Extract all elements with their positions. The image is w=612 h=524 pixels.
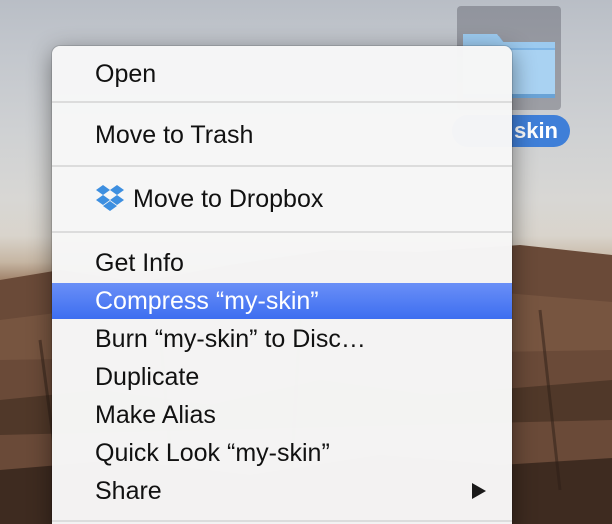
menu-separator: [52, 520, 512, 522]
desktop-background: skin Open Move to Trash Move to Dropbox …: [0, 0, 612, 524]
dropbox-icon: [96, 185, 124, 212]
menu-item-get-info[interactable]: Get Info: [52, 245, 512, 281]
submenu-arrow-icon: [472, 483, 486, 499]
menu-item-make-alias[interactable]: Make Alias: [52, 397, 512, 433]
context-menu: Open Move to Trash Move to Dropbox Get I…: [52, 46, 512, 524]
menu-item-open[interactable]: Open: [52, 56, 512, 92]
menu-item-share[interactable]: Share: [52, 473, 512, 509]
menu-item-compress[interactable]: Compress “my-skin”: [52, 283, 512, 319]
menu-separator: [52, 165, 512, 167]
menu-item-move-to-trash[interactable]: Move to Trash: [52, 117, 512, 153]
menu-item-label: Move to Dropbox: [133, 185, 324, 213]
menu-item-label: Share: [95, 477, 162, 505]
menu-separator: [52, 231, 512, 233]
menu-separator: [52, 101, 512, 103]
menu-item-quick-look[interactable]: Quick Look “my-skin”: [52, 435, 512, 471]
menu-item-move-to-dropbox[interactable]: Move to Dropbox: [52, 181, 512, 217]
menu-item-burn-to-disc[interactable]: Burn “my-skin” to Disc…: [52, 321, 512, 357]
menu-item-duplicate[interactable]: Duplicate: [52, 359, 512, 395]
